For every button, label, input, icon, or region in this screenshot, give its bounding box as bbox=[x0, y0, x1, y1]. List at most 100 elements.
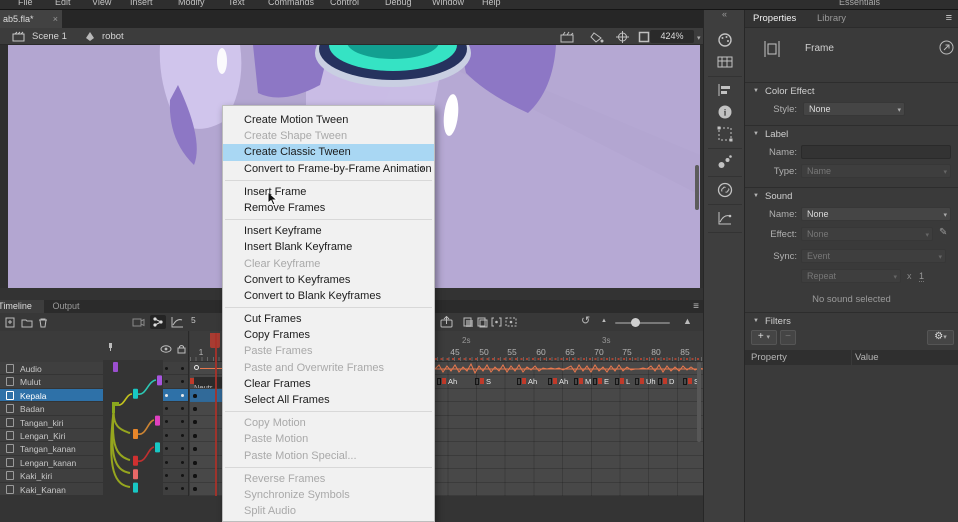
repeat-count-value[interactable]: 1 bbox=[919, 271, 924, 282]
menu-window[interactable]: Window bbox=[432, 0, 464, 7]
timeline-scrollbar[interactable] bbox=[697, 362, 701, 442]
menu-view[interactable]: View bbox=[92, 0, 111, 7]
stage-scrollbar[interactable] bbox=[695, 165, 699, 210]
section-arrow-icon[interactable]: ▼ bbox=[753, 193, 759, 199]
edit-scene-icon[interactable] bbox=[560, 31, 575, 43]
lip-sync-label[interactable]: D bbox=[669, 377, 674, 386]
style-dropdown[interactable]: None▾ bbox=[803, 102, 905, 116]
history-panel-icon[interactable] bbox=[717, 210, 733, 226]
menu-item-insert-blank-keyframe[interactable]: Insert Blank Keyframe bbox=[223, 239, 434, 255]
menu-item-copy-frames[interactable]: Copy Frames bbox=[223, 327, 434, 343]
info-panel-icon[interactable]: i bbox=[717, 104, 733, 120]
parenting-view-toggle[interactable] bbox=[150, 315, 166, 329]
layer-lock-dot[interactable] bbox=[181, 487, 184, 490]
show-hide-all-icon[interactable] bbox=[160, 345, 172, 353]
layer-lock-dot[interactable] bbox=[181, 367, 184, 370]
menu-item-insert-frame[interactable]: Insert Frame bbox=[223, 184, 434, 200]
menu-item-create-motion-tween[interactable]: Create Motion Tween bbox=[223, 112, 434, 128]
properties-panel-icon[interactable] bbox=[717, 32, 733, 48]
filter-options-button[interactable]: ⚙▾ bbox=[927, 330, 954, 345]
layer-visibility-dot[interactable] bbox=[165, 420, 168, 423]
layer-lock-dot[interactable] bbox=[181, 407, 184, 410]
document-tab[interactable]: ab5.fla* × bbox=[0, 10, 62, 28]
zoom-out-timeline-icon[interactable]: ▲ bbox=[601, 318, 607, 324]
lip-sync-label[interactable]: Ah bbox=[559, 377, 568, 386]
new-folder-icon[interactable] bbox=[21, 317, 33, 328]
menu-item-remove-frames[interactable]: Remove Frames bbox=[223, 200, 434, 216]
menu-control[interactable]: Control bbox=[330, 0, 359, 7]
layer-lock-dot[interactable] bbox=[181, 420, 184, 423]
loop-playback-icon[interactable]: ↺ bbox=[581, 314, 590, 327]
layer-visibility-dot[interactable] bbox=[165, 380, 168, 383]
menu-item-convert-frame-by-frame[interactable]: Convert to Frame-by-Frame Animation › bbox=[223, 161, 434, 177]
lip-sync-label[interactable]: M bbox=[585, 377, 591, 386]
mulut-first-keyframe[interactable]: Neutr bbox=[194, 377, 222, 388]
delete-layer-icon[interactable] bbox=[38, 317, 48, 328]
onion-skin-outlines-icon[interactable] bbox=[477, 317, 488, 328]
lock-all-icon[interactable] bbox=[177, 344, 186, 354]
layer-lock-dot[interactable] bbox=[181, 380, 184, 383]
camera-icon[interactable] bbox=[132, 317, 145, 327]
convert-share-icon[interactable] bbox=[939, 40, 954, 55]
layer-parenting-graph[interactable] bbox=[100, 360, 192, 496]
lip-sync-label[interactable]: Ah bbox=[448, 377, 457, 386]
onion-skin-icon[interactable] bbox=[463, 317, 474, 328]
section-sound[interactable]: Sound bbox=[765, 191, 792, 202]
publish-icon[interactable] bbox=[440, 316, 453, 328]
align-panel-icon[interactable] bbox=[717, 82, 733, 98]
layer-visibility-dot[interactable] bbox=[165, 487, 168, 490]
lip-sync-label[interactable]: E bbox=[604, 377, 609, 386]
section-arrow-icon[interactable]: ▼ bbox=[753, 318, 759, 324]
collapse-panels-icon[interactable]: « bbox=[722, 9, 727, 19]
breadcrumb-symbol[interactable]: robot bbox=[102, 31, 124, 42]
add-filter-button[interactable]: + ▾ bbox=[751, 330, 777, 345]
cc-libraries-icon[interactable] bbox=[717, 182, 733, 198]
layer-lock-dot[interactable] bbox=[181, 394, 184, 397]
menu-insert[interactable]: Insert bbox=[130, 0, 153, 7]
edit-multiple-frames-icon[interactable] bbox=[491, 317, 502, 328]
layer-visibility-dot[interactable] bbox=[165, 447, 168, 450]
modify-markers-icon[interactable] bbox=[505, 317, 517, 328]
timeline-zoom-knob[interactable] bbox=[631, 318, 640, 327]
layer-lock-dot[interactable] bbox=[181, 434, 184, 437]
tab-output[interactable]: Output bbox=[44, 300, 88, 313]
menu-file[interactable]: File bbox=[18, 0, 33, 7]
layer-visibility-dot[interactable] bbox=[165, 367, 168, 370]
new-layer-icon[interactable] bbox=[5, 317, 16, 328]
brush-settings-icon[interactable] bbox=[717, 154, 733, 170]
tab-timeline[interactable]: Timeline bbox=[0, 300, 44, 313]
layer-lock-dot[interactable] bbox=[181, 461, 184, 464]
lip-sync-label[interactable]: Uh bbox=[646, 377, 656, 386]
menu-text[interactable]: Text bbox=[228, 0, 245, 7]
menu-help[interactable]: Help bbox=[482, 0, 501, 7]
zoom-dropdown-icon[interactable]: ▾ bbox=[697, 34, 701, 42]
menu-item-convert-to-blank-keyframes[interactable]: Convert to Blank Keyframes bbox=[223, 288, 434, 304]
section-arrow-icon[interactable]: ▼ bbox=[753, 88, 759, 94]
center-frame-icon[interactable] bbox=[616, 31, 629, 43]
tab-properties[interactable]: Properties bbox=[753, 10, 796, 28]
layer-lock-dot[interactable] bbox=[181, 447, 184, 450]
lip-sync-label[interactable]: Ah bbox=[528, 377, 537, 386]
zoom-level-input[interactable]: 424% bbox=[650, 30, 694, 43]
menu-item-insert-keyframe[interactable]: Insert Keyframe bbox=[223, 223, 434, 239]
section-label[interactable]: Label bbox=[765, 129, 788, 140]
timeline-menu-icon[interactable]: ≡ bbox=[693, 301, 699, 312]
menu-item-convert-to-keyframes[interactable]: Convert to Keyframes bbox=[223, 272, 434, 288]
timeline-zoom-slider[interactable] bbox=[615, 322, 670, 324]
transform-panel-icon[interactable] bbox=[717, 126, 733, 142]
zoom-in-timeline-icon[interactable]: ▲ bbox=[683, 316, 692, 326]
layer-lock-dot[interactable] bbox=[181, 474, 184, 477]
breadcrumb-scene[interactable]: Scene 1 bbox=[32, 31, 67, 42]
frame-picker-icon[interactable] bbox=[717, 54, 733, 70]
sound-name-dropdown[interactable]: None▾ bbox=[801, 207, 951, 221]
close-icon[interactable]: × bbox=[53, 10, 58, 28]
workspace-switcher[interactable]: Essentials bbox=[839, 0, 880, 7]
section-arrow-icon[interactable]: ▼ bbox=[753, 131, 759, 137]
menu-edit[interactable]: Edit bbox=[55, 0, 71, 7]
remove-filter-button[interactable]: − bbox=[780, 330, 796, 345]
layer-visibility-dot[interactable] bbox=[165, 407, 168, 410]
menu-modify[interactable]: Modify bbox=[178, 0, 205, 7]
menu-item-select-all-frames[interactable]: Select All Frames bbox=[223, 392, 434, 408]
section-filters[interactable]: Filters bbox=[765, 316, 791, 327]
layer-visibility-dot[interactable] bbox=[165, 474, 168, 477]
